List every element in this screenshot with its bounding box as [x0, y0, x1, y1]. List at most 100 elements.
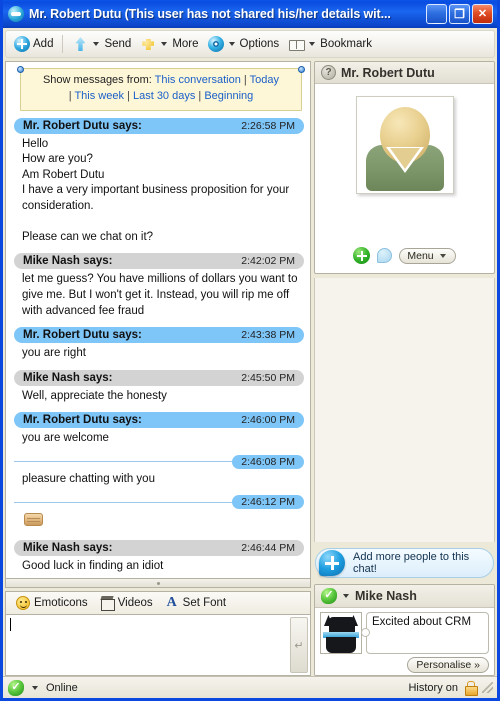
banner-link-this-conversation[interactable]: This conversation	[155, 74, 241, 86]
window-title: Mr. Robert Dutu (This user has not share…	[29, 7, 391, 21]
message-sender: Mike Nash says:	[23, 542, 113, 555]
message-text: Hello How are you? Am Robert Dutu I have…	[22, 137, 290, 243]
chevron-down-icon[interactable]	[228, 42, 235, 46]
mike-nash-avatar[interactable]	[320, 612, 362, 654]
toolbar-send-button[interactable]: Send	[68, 34, 135, 54]
timeline-rule	[14, 461, 233, 463]
message-time: 2:43:38 PM	[241, 329, 295, 342]
add-contact-icon[interactable]	[353, 247, 371, 264]
compose-toolbar: Emoticons Videos A Set Font	[5, 591, 311, 614]
message-time: 2:46:08 PM	[232, 454, 304, 469]
handshake-emoticon	[24, 513, 43, 527]
emoticons-button[interactable]: Emoticons	[11, 595, 93, 611]
minimize-button[interactable]: _	[426, 4, 447, 25]
resize-grip[interactable]	[482, 682, 493, 693]
message-text: you are right	[22, 347, 86, 360]
book-icon	[288, 36, 306, 52]
message-text: pleasure chatting with you	[22, 472, 155, 485]
show-messages-banner: Show messages from: This conversation | …	[17, 66, 305, 111]
puzzle-piece-icon	[140, 36, 156, 52]
lock-icon	[464, 681, 478, 696]
toolbar-separator	[62, 35, 64, 53]
message-item: 2:46:12 PM	[14, 495, 304, 533]
chevron-down-icon[interactable]	[343, 594, 349, 598]
toolbar-add-button[interactable]: Add	[10, 34, 57, 54]
target-circle-icon	[207, 36, 224, 52]
history-status-label: History on	[408, 681, 458, 694]
font-a-icon: A	[166, 595, 177, 610]
message-item: Mike Nash says: 2:46:44 PM Good luck in …	[14, 540, 304, 576]
chat-log[interactable]: Show messages from: This conversation | …	[5, 61, 311, 579]
contact-name: Mr. Robert Dutu	[341, 65, 435, 80]
main-toolbar: Add Send More Options Bookmark	[5, 30, 495, 58]
default-user-avatar[interactable]	[355, 96, 454, 194]
up-arrow-icon	[72, 36, 88, 52]
online-check-icon[interactable]	[8, 679, 24, 696]
chat-bubble-icon[interactable]	[377, 248, 393, 263]
contact-menu-button[interactable]: Menu	[399, 247, 456, 264]
banner-prefix: Show messages from:	[42, 74, 152, 86]
banner-link-today[interactable]: Today	[250, 74, 279, 86]
chevron-down-icon[interactable]	[309, 42, 316, 46]
toolbar-more-button[interactable]: More	[136, 34, 202, 54]
toolbar-more-label: More	[172, 38, 199, 50]
chevron-down-icon[interactable]	[32, 685, 38, 690]
message-timeline-header: 2:46:12 PM	[14, 495, 304, 510]
message-time: 2:42:02 PM	[241, 255, 295, 268]
toolbar-options-label: Options	[239, 38, 280, 50]
maximize-button[interactable]: ❐	[449, 4, 470, 24]
toolbar-add-label: Add	[33, 38, 54, 50]
banner-link-last-30-days[interactable]: Last 30 days	[133, 90, 195, 102]
message-text: Good luck in finding an idiot	[22, 560, 164, 573]
message-emoticon-row	[14, 509, 304, 533]
avatar-hat	[329, 617, 355, 633]
avatar-base	[326, 637, 356, 653]
minimize-icon: _	[432, 9, 441, 25]
message-text: you are welcome	[22, 432, 109, 445]
buddy-footer: Personalise »	[315, 656, 494, 675]
message-sender: Mr. Robert Dutu says:	[23, 119, 142, 132]
add-people-label: Add more people to this chat!	[353, 551, 470, 575]
personalise-button[interactable]: Personalise »	[407, 657, 489, 673]
close-button[interactable]: ✕	[472, 4, 493, 24]
banner-link-beginning[interactable]: Beginning	[204, 90, 253, 102]
timeline-rule	[14, 501, 233, 503]
splitter-handle[interactable]	[5, 579, 311, 588]
chevron-down-icon	[439, 253, 446, 258]
message-header: Mike Nash says: 2:42:02 PM	[14, 253, 304, 270]
message-header: Mike Nash says: 2:45:50 PM	[14, 369, 304, 386]
message-header: Mr. Robert Dutu says: 2:46:00 PM	[14, 412, 304, 429]
maximize-icon: ❐	[454, 7, 465, 21]
buddy-panel-header: Mike Nash	[315, 585, 494, 608]
title-bar: Mr. Robert Dutu (This user has not share…	[3, 0, 497, 28]
toolbar-send-label: Send	[104, 38, 132, 50]
toolbar-options-button[interactable]: Options	[204, 34, 284, 54]
send-message-button[interactable]: ↵	[290, 617, 308, 673]
chevron-down-icon[interactable]	[161, 42, 168, 46]
close-icon: ✕	[477, 8, 488, 20]
add-people-button[interactable]: Add more people to this chat!	[315, 548, 494, 578]
message-item: Mike Nash says: 2:45:50 PM Well, appreci…	[14, 369, 304, 406]
buddy-name: Mike Nash	[355, 589, 417, 603]
compose-area: ↵	[5, 614, 311, 676]
buddy-status-message[interactable]: Excited about CRM	[361, 612, 489, 654]
set-font-button[interactable]: A Set Font	[160, 595, 231, 611]
banner-link-this-week[interactable]: This week	[74, 90, 124, 102]
text-caret	[10, 618, 11, 631]
set-font-label: Set Font	[182, 597, 227, 609]
emoticons-label: Emoticons	[34, 597, 88, 609]
message-time: 2:45:50 PM	[241, 371, 295, 384]
contact-panel: ? Mr. Robert Dutu Menu	[314, 61, 495, 274]
toolbar-bookmark-label: Bookmark	[320, 38, 372, 50]
smiley-icon	[16, 596, 30, 610]
splitter-dot-icon	[156, 581, 160, 585]
status-bar-right: History on	[408, 681, 493, 696]
messenger-icon	[8, 6, 24, 22]
message-input[interactable]	[6, 615, 288, 675]
message-item: Mike Nash says: 2:42:02 PM let me guess?…	[14, 253, 304, 320]
toolbar-bookmark-button[interactable]: Bookmark	[284, 34, 376, 54]
videos-button[interactable]: Videos	[95, 595, 158, 611]
add-circle-icon	[14, 36, 30, 52]
message-item: 2:46:08 PM pleasure chatting with you	[14, 454, 304, 489]
chevron-down-icon[interactable]	[93, 42, 100, 46]
